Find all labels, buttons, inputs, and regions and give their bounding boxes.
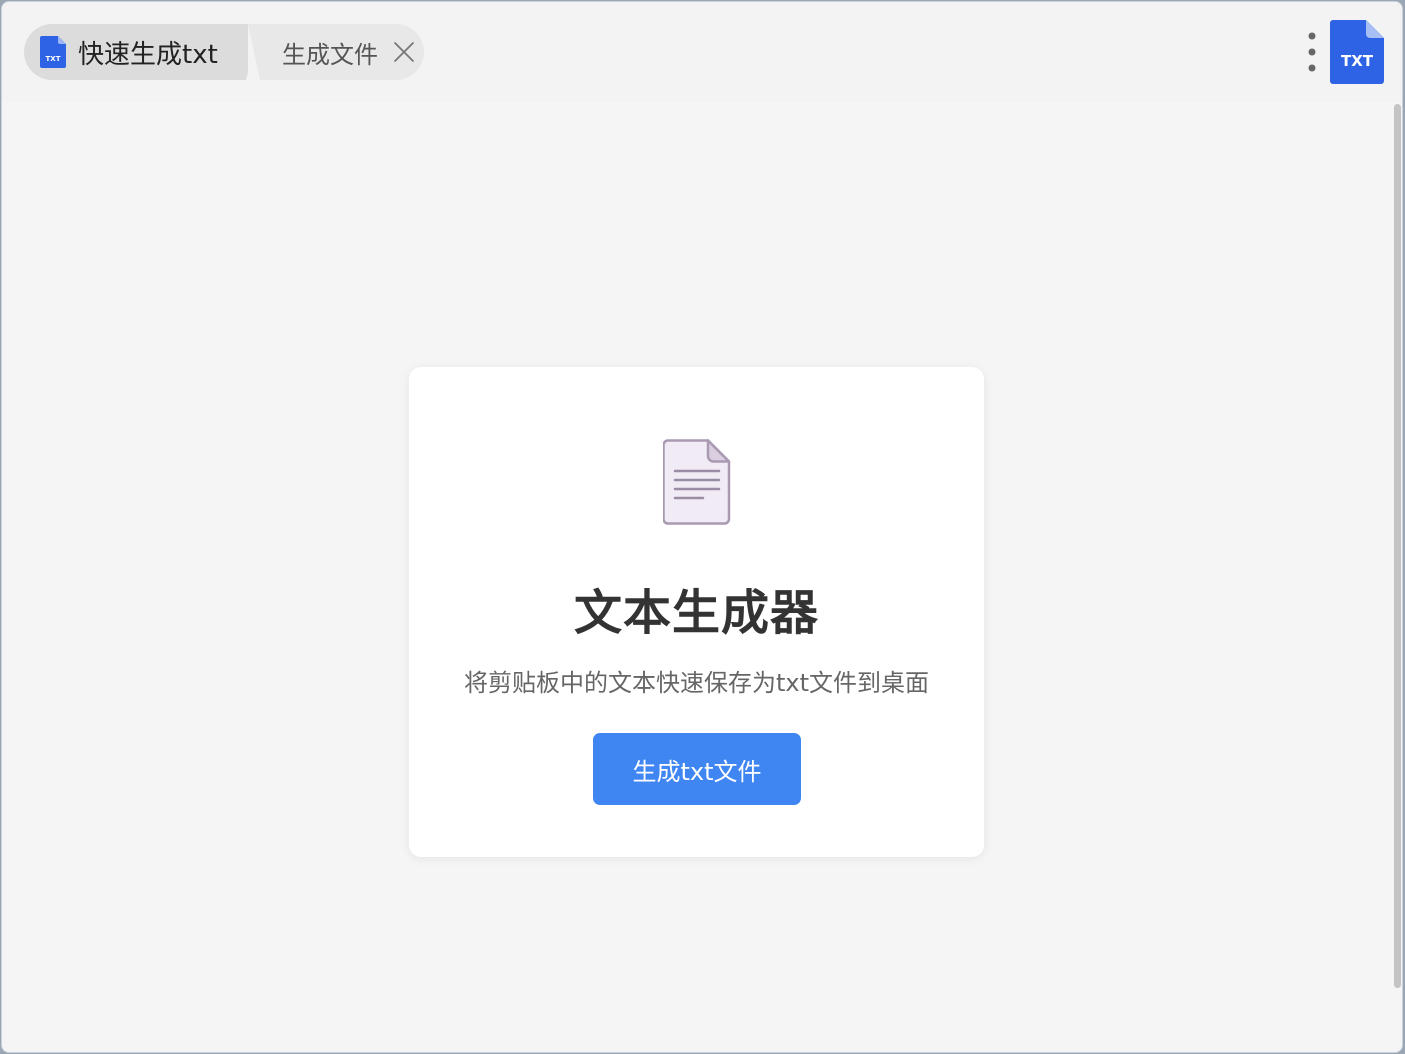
page-description: 将剪贴板中的文本快速保存为txt文件到桌面 <box>463 669 930 697</box>
brand-icon-text: TXT <box>1341 52 1374 70</box>
app-icon-text: TXT <box>46 55 61 63</box>
txt-file-icon: TXT <box>40 36 66 68</box>
more-vertical-icon[interactable] <box>1298 30 1326 74</box>
close-icon[interactable] <box>392 40 416 64</box>
tab-strip: TXT 快速生成txt 生成文件 <box>24 24 424 80</box>
tab-app-label: 快速生成txt <box>78 39 218 70</box>
title-bar: TXT 快速生成txt 生成文件 TXT <box>2 2 1402 102</box>
generate-txt-button[interactable]: 生成txt文件 <box>593 733 801 805</box>
txt-file-icon: TXT <box>1330 20 1384 84</box>
document-icon <box>663 439 731 525</box>
app-window: TXT 快速生成txt 生成文件 TXT 文本生成器 将剪贴板中的文本快速保存为… <box>1 1 1403 1053</box>
vertical-scrollbar[interactable] <box>1391 102 1402 1052</box>
tab-generate-file-label: 生成文件 <box>282 40 378 69</box>
generator-card: 文本生成器 将剪贴板中的文本快速保存为txt文件到桌面 生成txt文件 <box>409 367 984 857</box>
tab-app-home[interactable]: TXT 快速生成txt <box>24 24 260 80</box>
tab-generate-file[interactable]: 生成文件 <box>248 24 424 80</box>
page-title: 文本生成器 <box>573 585 819 641</box>
scrollbar-thumb[interactable] <box>1394 104 1401 988</box>
